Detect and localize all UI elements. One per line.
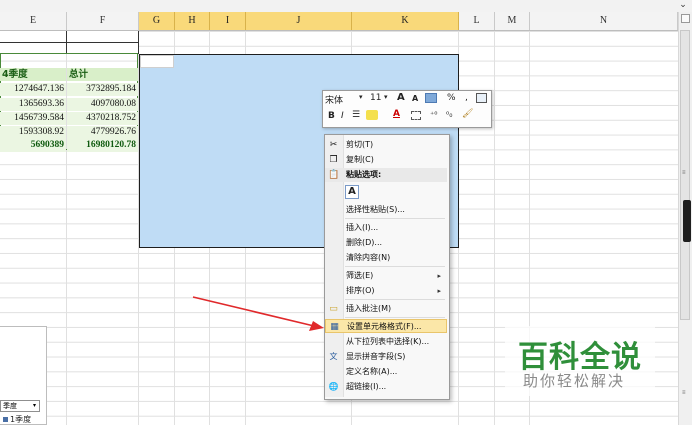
font-name-dropdown-icon[interactable]: ▾ — [359, 93, 363, 101]
split-box-icon[interactable] — [681, 14, 690, 23]
font-size-dropdown-icon[interactable]: ▾ — [384, 93, 388, 101]
table-cell[interactable]: 1365693.36 — [0, 98, 66, 111]
column-header-i[interactable]: I — [210, 12, 246, 30]
shrink-font-button[interactable]: A — [412, 94, 418, 103]
chevron-down-icon[interactable]: ⌄ — [676, 0, 690, 10]
menu-heading-paste-options: 📋 粘贴选项: — [325, 168, 447, 182]
menu-item-delete[interactable]: 删除(D)... — [325, 236, 447, 250]
table-cell[interactable]: 4370218.752 — [67, 112, 138, 125]
italic-button[interactable]: I — [341, 111, 344, 121]
menu-item-sort[interactable]: 排序(O) ▸ — [325, 284, 447, 298]
column-header-bar: E F G H I J K L M N — [0, 12, 678, 31]
menu-separator — [345, 299, 445, 300]
format-painter-icon[interactable]: 🖌 — [462, 109, 473, 119]
table-cell[interactable]: 1456739.584 — [0, 112, 66, 125]
table-cell[interactable]: 3732895.184 — [67, 83, 138, 96]
chevron-down-icon: ▾ — [32, 402, 36, 409]
menu-separator — [345, 317, 445, 318]
scrollbar-grip[interactable] — [683, 200, 691, 242]
column-header-m[interactable]: M — [495, 12, 530, 30]
annotation-arrow — [192, 296, 324, 331]
table-header-q4[interactable]: 4季度 — [0, 68, 66, 81]
grow-font-button[interactable]: A — [397, 92, 405, 103]
accounting-format-icon[interactable] — [425, 93, 437, 103]
column-header-f[interactable]: F — [67, 12, 139, 30]
format-cells-icon: ▦ — [330, 322, 339, 332]
table-cell[interactable]: 1274647.136 — [0, 83, 66, 96]
legend-swatch — [3, 417, 8, 422]
table-cell[interactable]: 1593308.92 — [0, 126, 66, 139]
menu-item-define-name[interactable]: 定义名称(A)... — [325, 365, 447, 379]
table-cell[interactable]: 4779926.76 — [67, 126, 138, 139]
submenu-arrow-icon: ▸ — [437, 287, 441, 295]
font-name-box[interactable]: 宋体 — [325, 93, 343, 106]
font-color-button[interactable]: A — [393, 109, 400, 119]
comma-style-button[interactable]: , — [465, 93, 468, 103]
copy-icon: ❐ — [329, 155, 338, 165]
menu-item-copy[interactable]: ❐ 复制(C) — [325, 153, 447, 167]
scroll-marker-icon: ≡ — [682, 390, 686, 396]
table-cell[interactable]: 4097080.08 — [67, 98, 138, 111]
align-center-icon[interactable]: ☰ — [352, 110, 360, 120]
borders-icon[interactable] — [411, 111, 421, 120]
bold-button[interactable]: B — [328, 111, 335, 121]
cell-f1[interactable] — [67, 31, 139, 43]
menu-item-show-phonetic[interactable]: 文 显示拼音字段(S) — [325, 350, 447, 364]
active-cell[interactable] — [140, 55, 174, 68]
cell-e1[interactable] — [0, 31, 67, 43]
pivot-field-dropdown[interactable]: 季度 ▾ — [0, 400, 40, 412]
legend-item: 1季度 — [10, 415, 32, 424]
menu-separator — [345, 266, 445, 267]
menu-item-insert-comment[interactable]: ▭ 插入批注(M) — [325, 302, 447, 316]
column-header-e[interactable]: E — [0, 12, 67, 30]
fill-color-icon[interactable] — [366, 110, 378, 120]
table-header-total[interactable]: 总计 — [67, 68, 138, 81]
scroll-marker-icon: ≡ — [682, 170, 686, 176]
menu-item-pick-from-list[interactable]: 从下拉列表中选择(K)... — [325, 335, 447, 349]
scissors-icon: ✂ — [329, 140, 338, 150]
table-total-cell[interactable]: 16980120.78 — [67, 139, 138, 152]
increase-decimal-icon[interactable]: ⁺⁰ — [430, 110, 437, 119]
menu-item-filter[interactable]: 筛选(E) ▸ — [325, 269, 447, 283]
decrease-decimal-icon[interactable]: ⁰₀ — [446, 110, 452, 119]
menu-item-clear-contents[interactable]: 清除内容(N) — [325, 251, 447, 265]
column-header-g[interactable]: G — [139, 12, 175, 30]
watermark-subtitle: 助你轻松解决 — [523, 372, 626, 390]
menu-item-paste-special[interactable]: 选择性粘贴(S)... — [325, 203, 447, 217]
menu-separator — [345, 218, 445, 219]
column-header-k[interactable]: K — [352, 12, 459, 30]
percent-style-button[interactable]: % — [447, 93, 456, 103]
paste-values-button[interactable]: A — [345, 185, 359, 199]
paste-icon: 📋 — [328, 170, 340, 180]
pivot-field-label: 季度 — [3, 402, 17, 410]
gridline — [494, 31, 495, 425]
menu-item-insert[interactable]: 插入(I)... — [325, 221, 447, 235]
column-header-n[interactable]: N — [530, 12, 678, 30]
column-header-l[interactable]: L — [459, 12, 495, 30]
font-size-box[interactable]: 11 — [370, 93, 381, 103]
hyperlink-icon: 🌐 — [328, 382, 339, 391]
column-header-h[interactable]: H — [175, 12, 210, 30]
menu-item-format-cells[interactable]: ▦ 设置单元格格式(F)... — [325, 319, 447, 333]
submenu-arrow-icon: ▸ — [437, 272, 441, 280]
menu-item-hyperlink[interactable]: 🌐 超链接(I)... — [325, 380, 447, 394]
column-header-j[interactable]: J — [246, 12, 352, 30]
menu-item-cut[interactable]: ✂ 剪切(T) — [325, 138, 447, 152]
format-painter-table-icon[interactable] — [476, 93, 487, 103]
phonetic-icon: 文 — [329, 352, 338, 361]
table-total-cell[interactable]: 5690389 — [0, 139, 66, 152]
